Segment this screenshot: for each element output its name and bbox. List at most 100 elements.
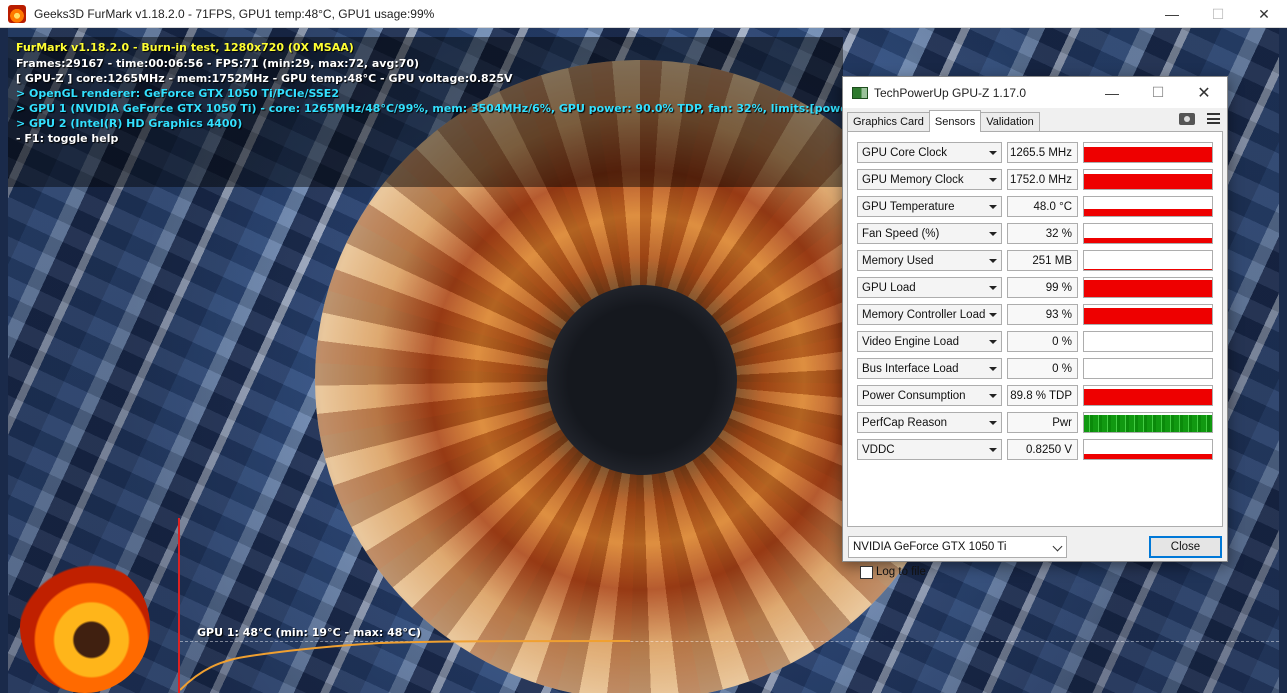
sensor-graph: [1083, 358, 1213, 379]
chevron-down-icon: [1052, 541, 1063, 552]
sensor-graph: [1083, 196, 1213, 217]
sensor-name-label: GPU Temperature: [862, 200, 955, 213]
dropdown-arrow-icon: [989, 232, 997, 236]
overlay-help: - F1: toggle help: [16, 132, 119, 145]
gpuz-app-icon: [852, 86, 868, 99]
dropdown-arrow-icon: [989, 394, 997, 398]
sensor-graph-fill: [1084, 173, 1212, 189]
sensor-row: Memory Used 251 MB: [857, 250, 1217, 272]
overlay-gpu1: > GPU 1 (NVIDIA GeForce GTX 1050 Ti) - c…: [16, 102, 844, 115]
sensor-row: Power Consumption 89.8 % TDP: [857, 385, 1217, 407]
sensor-row: GPU Memory Clock 1752.0 MHz: [857, 169, 1217, 191]
dropdown-arrow-icon: [989, 313, 997, 317]
overlay-gpuz-stats: [ GPU-Z ] core:1265MHz - mem:1752MHz - G…: [16, 72, 513, 85]
sensor-value: 32 %: [1007, 223, 1078, 244]
dropdown-arrow-icon: [989, 340, 997, 344]
furmark-close-button[interactable]: ✕: [1241, 0, 1287, 28]
sensor-graph: [1083, 331, 1213, 352]
eye-pupil: [547, 285, 737, 475]
sensor-name-dropdown[interactable]: Bus Interface Load: [857, 358, 1002, 379]
sensor-name-dropdown[interactable]: Video Engine Load: [857, 331, 1002, 352]
sensor-graph: [1083, 169, 1213, 190]
sensor-name-label: Memory Controller Load: [862, 308, 986, 321]
sensor-graph: [1083, 385, 1213, 406]
sensor-name-dropdown[interactable]: Memory Used: [857, 250, 1002, 271]
gpuz-window: TechPowerUp GPU-Z 1.17.0 — ☐ ✕ Graphics …: [842, 76, 1228, 579]
sensor-name-dropdown[interactable]: Memory Controller Load: [857, 304, 1002, 325]
gpuz-close-button[interactable]: ✕: [1181, 77, 1227, 108]
sensor-value: 0.8250 V: [1007, 439, 1078, 460]
overlay-frames: Frames:29167 - time:00:06:56 - FPS:71 (m…: [16, 57, 420, 70]
dropdown-arrow-icon: [989, 178, 997, 182]
sensor-graph: [1083, 304, 1213, 325]
gpuz-minimize-button[interactable]: —: [1089, 77, 1135, 108]
close-button[interactable]: Close: [1149, 536, 1222, 558]
sensor-graph-fill: [1084, 388, 1212, 405]
sensor-value: Pwr: [1007, 412, 1078, 433]
tab-graphics-card[interactable]: Graphics Card: [847, 112, 930, 131]
camera-icon[interactable]: [1179, 113, 1195, 125]
overlay-title: FurMark v1.18.2.0 - Burn-in test, 1280x7…: [16, 41, 354, 54]
gpuz-titlebar[interactable]: TechPowerUp GPU-Z 1.17.0 — ☐ ✕: [843, 77, 1227, 108]
sensor-graph-fill: [1084, 307, 1212, 324]
sensor-name-dropdown[interactable]: VDDC: [857, 439, 1002, 460]
sensor-graph: [1083, 412, 1213, 433]
sensor-value: 1265.5 MHz: [1007, 142, 1078, 163]
sensor-name-dropdown[interactable]: Fan Speed (%): [857, 223, 1002, 244]
hamburger-menu-icon[interactable]: [1207, 113, 1220, 124]
furmark-minimize-button[interactable]: —: [1149, 0, 1195, 28]
sensor-name-dropdown[interactable]: PerfCap Reason: [857, 412, 1002, 433]
sensor-row: GPU Core Clock 1265.5 MHz: [857, 142, 1217, 164]
temp-graph-label: GPU 1: 48°C (min: 19°C - max: 48°C): [197, 626, 421, 639]
sensor-row: PerfCap Reason Pwr: [857, 412, 1217, 434]
gpuz-tab-bar: Graphics Card Sensors Validation: [847, 110, 1040, 132]
overlay-renderer: > OpenGL renderer: GeForce GTX 1050 Ti/P…: [16, 87, 339, 100]
dropdown-arrow-icon: [989, 421, 997, 425]
dropdown-arrow-icon: [989, 259, 997, 263]
sensor-name-label: Fan Speed (%): [862, 227, 940, 240]
sensor-name-label: Bus Interface Load: [862, 362, 959, 375]
sensor-value: 0 %: [1007, 331, 1078, 352]
sensor-name-label: GPU Load: [862, 281, 916, 294]
sensor-value: 89.8 % TDP: [1007, 385, 1078, 406]
furmark-app-icon: [8, 4, 26, 23]
sensor-graph-fill: [1084, 209, 1212, 216]
sensor-value: 1752.0 MHz: [1007, 169, 1078, 190]
sensor-graph-fill: [1084, 238, 1212, 243]
sensor-row: Memory Controller Load 93 %: [857, 304, 1217, 326]
sensor-value: 93 %: [1007, 304, 1078, 325]
sensor-name-dropdown[interactable]: GPU Temperature: [857, 196, 1002, 217]
sensor-graph-fill: [1084, 454, 1212, 459]
sensor-name-label: GPU Core Clock: [862, 146, 947, 159]
dropdown-arrow-icon: [989, 205, 997, 209]
dropdown-arrow-icon: [989, 448, 997, 452]
gpuz-maximize-button[interactable]: ☐: [1135, 77, 1181, 108]
gpu-select-dropdown[interactable]: NVIDIA GeForce GTX 1050 Ti: [848, 536, 1067, 558]
sensor-name-dropdown[interactable]: GPU Memory Clock: [857, 169, 1002, 190]
sensor-name-label: GPU Memory Clock: [862, 173, 964, 186]
sensor-name-label: PerfCap Reason: [862, 416, 948, 429]
furmark-titlebar[interactable]: Geeks3D FurMark v1.18.2.0 - 71FPS, GPU1 …: [0, 0, 1287, 28]
sensor-value: 48.0 °C: [1007, 196, 1078, 217]
temp-graph-line: [180, 640, 631, 691]
sensor-name-dropdown[interactable]: Power Consumption: [857, 385, 1002, 406]
sensor-value: 99 %: [1007, 277, 1078, 298]
furmark-logo-icon: [20, 560, 150, 693]
dropdown-arrow-icon: [989, 367, 997, 371]
overlay-gpu2: > GPU 2 (Intel(R) HD Graphics 4400): [16, 117, 243, 130]
sensor-graph: [1083, 439, 1213, 460]
tab-sensors[interactable]: Sensors: [928, 110, 982, 132]
furmark-window-title: Geeks3D FurMark v1.18.2.0 - 71FPS, GPU1 …: [34, 6, 435, 21]
sensor-name-dropdown[interactable]: GPU Load: [857, 277, 1002, 298]
sensor-name-dropdown[interactable]: GPU Core Clock: [857, 142, 1002, 163]
furmark-maximize-button[interactable]: ☐: [1195, 0, 1241, 28]
log-to-file-checkbox[interactable]: [860, 566, 873, 579]
sensor-value: 0 %: [1007, 358, 1078, 379]
log-to-file-label: Log to file: [876, 566, 926, 578]
sensor-graph-fill: [1084, 269, 1212, 270]
dropdown-arrow-icon: [989, 151, 997, 155]
sensor-name-label: Memory Used: [862, 254, 934, 267]
sensor-graph: [1083, 142, 1213, 163]
sensor-graph: [1083, 250, 1213, 271]
tab-validation[interactable]: Validation: [980, 112, 1040, 131]
